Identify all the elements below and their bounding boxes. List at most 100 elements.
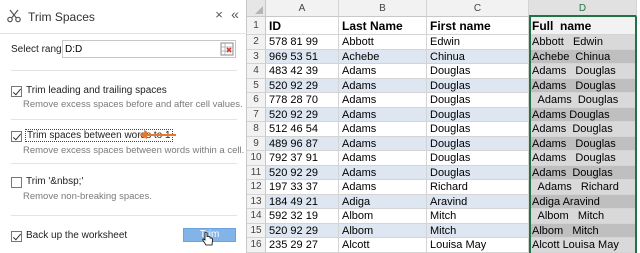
row-header[interactable]: 9 (247, 136, 266, 151)
full-name-cell[interactable]: Abbott Edwin (529, 35, 637, 50)
table-cell[interactable]: Mitch (427, 209, 529, 224)
table-cell[interactable]: Alcott (339, 238, 427, 253)
table-cell[interactable]: Albom (339, 223, 427, 238)
trim-leading-trailing-checkbox[interactable] (11, 86, 22, 97)
full-name-cell[interactable]: Adams Douglas (529, 107, 637, 122)
full-name-cell[interactable]: Adams Richard (529, 180, 637, 195)
full-name-cell[interactable]: Adiga Aravind (529, 194, 637, 209)
table-cell[interactable]: Achebe (339, 49, 427, 64)
full-name-cell[interactable]: Achebe Chinua (529, 49, 637, 64)
table-cell[interactable]: Edwin (427, 35, 529, 50)
table-cell[interactable]: Mitch (427, 223, 529, 238)
table-cell[interactable]: 520 92 29 (266, 78, 339, 93)
table-cell[interactable]: 792 37 91 (266, 151, 339, 166)
full-name-cell[interactable]: Adams Douglas (529, 136, 637, 151)
row-header[interactable]: 16 (247, 238, 266, 253)
column-header-b[interactable]: B (339, 0, 427, 17)
table-cell[interactable]: 520 92 29 (266, 107, 339, 122)
select-range-input[interactable] (62, 40, 236, 58)
table-cell[interactable]: Adams (339, 78, 427, 93)
table-cell[interactable]: 520 92 29 (266, 165, 339, 180)
row-header[interactable]: 13 (247, 194, 266, 209)
header-cell[interactable]: First name (427, 17, 529, 35)
table-cell[interactable]: Douglas (427, 165, 529, 180)
table-cell[interactable]: Adams (339, 151, 427, 166)
row-header[interactable]: 5 (247, 78, 266, 93)
trim-between-words-checkbox[interactable] (11, 131, 22, 142)
spreadsheet[interactable]: A B C D 1 ID Last Name First name Full name 2 578 … (247, 0, 640, 253)
table-cell[interactable]: Adams (339, 64, 427, 79)
trim-leading-trailing-label[interactable]: Trim leading and trailing spaces (26, 85, 167, 96)
row-header[interactable]: 12 (247, 180, 266, 195)
select-all-corner[interactable] (247, 0, 266, 17)
table-cell[interactable]: Douglas (427, 93, 529, 108)
full-name-cell[interactable]: Adams Douglas (529, 78, 637, 93)
table-cell[interactable]: Douglas (427, 64, 529, 79)
table-cell[interactable]: Douglas (427, 107, 529, 122)
row-header[interactable]: 3 (247, 49, 266, 64)
table-cell[interactable]: Adams (339, 165, 427, 180)
table-cell[interactable]: Adams (339, 107, 427, 122)
header-cell[interactable]: ID (266, 17, 339, 35)
trim-nbsp-label[interactable]: Trim '&nbsp;' (26, 176, 83, 187)
table-cell[interactable]: 520 92 29 (266, 223, 339, 238)
row-header[interactable]: 6 (247, 93, 266, 108)
row-header[interactable]: 14 (247, 209, 266, 224)
table-cell[interactable]: Louisa May (427, 238, 529, 253)
row-header[interactable]: 1 (247, 17, 266, 35)
row-header[interactable]: 8 (247, 122, 266, 137)
row-header[interactable]: 4 (247, 64, 266, 79)
full-name-cell[interactable]: Adams Douglas (529, 122, 637, 137)
header-cell[interactable]: Last Name (339, 17, 427, 35)
table-cell[interactable]: 778 28 70 (266, 93, 339, 108)
full-name-cell[interactable]: Adams Douglas (529, 64, 637, 79)
column-header-d[interactable]: D (529, 0, 637, 17)
row-header[interactable]: 11 (247, 165, 266, 180)
table-cell[interactable]: Douglas (427, 151, 529, 166)
table-cell[interactable]: 512 46 54 (266, 122, 339, 137)
table-cell[interactable]: Adiga (339, 194, 427, 209)
table-cell[interactable]: Douglas (427, 122, 529, 137)
table-cell[interactable]: Abbott (339, 35, 427, 50)
full-name-cell[interactable]: Adams Douglas (529, 151, 637, 166)
table-cell[interactable]: 969 53 51 (266, 49, 339, 64)
column-header-a[interactable]: A (266, 0, 339, 17)
column-header-c[interactable]: C (427, 0, 529, 17)
table-cell[interactable]: Adams (339, 136, 427, 151)
table-cell[interactable]: 197 33 37 (266, 180, 339, 195)
backup-label[interactable]: Back up the worksheet (26, 230, 127, 241)
table-cell[interactable]: Albom (339, 209, 427, 224)
backup-checkbox[interactable] (11, 231, 22, 242)
full-name-cell[interactable]: Alcott Louisa May (529, 238, 637, 253)
trim-nbsp-checkbox[interactable] (11, 177, 22, 188)
table-cell[interactable]: 483 42 39 (266, 64, 339, 79)
table-cell[interactable]: Chinua (427, 49, 529, 64)
table-cell[interactable]: 578 81 99 (266, 35, 339, 50)
trim-spaces-pane: Trim Spaces × « Select range: Trim leadi… (0, 0, 247, 253)
table-cell[interactable]: 592 32 19 (266, 209, 339, 224)
table-cell[interactable]: Aravind (427, 194, 529, 209)
close-icon[interactable]: × (213, 8, 225, 22)
row-header[interactable]: 10 (247, 151, 266, 166)
range-picker-icon[interactable] (220, 42, 234, 56)
table-cell[interactable]: Douglas (427, 78, 529, 93)
table-cell[interactable]: 235 29 27 (266, 238, 339, 253)
full-name-cell[interactable]: Adams Douglas (529, 93, 637, 108)
collapse-icon[interactable]: « (229, 7, 241, 21)
row-header[interactable]: 2 (247, 35, 266, 50)
table-cell[interactable]: Adams (339, 93, 427, 108)
hand-cursor-icon (202, 232, 213, 246)
row-header[interactable]: 15 (247, 223, 266, 238)
pane-title: Trim Spaces (28, 10, 95, 24)
full-name-cell[interactable]: Adams Douglas (529, 165, 637, 180)
table-cell[interactable]: 184 49 21 (266, 194, 339, 209)
full-name-cell[interactable]: Albom Mitch (529, 223, 637, 238)
table-cell[interactable]: Douglas (427, 136, 529, 151)
row-header[interactable]: 7 (247, 107, 266, 122)
table-cell[interactable]: Adams (339, 122, 427, 137)
full-name-cell[interactable]: Albom Mitch (529, 209, 637, 224)
header-cell[interactable]: Full name (529, 17, 637, 35)
table-cell[interactable]: Adams (339, 180, 427, 195)
table-cell[interactable]: Richard (427, 180, 529, 195)
table-cell[interactable]: 489 96 87 (266, 136, 339, 151)
